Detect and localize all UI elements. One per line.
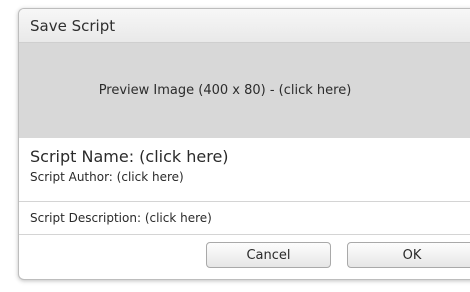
script-description-label: Script Description: (click here) [30, 211, 212, 225]
script-description-field[interactable]: Script Description: (click here) [19, 202, 470, 235]
script-meta-section: Script Name: (click here) Script Author:… [19, 138, 470, 202]
preview-image-area[interactable]: Preview Image (400 x 80) - (click here) [19, 43, 470, 138]
script-author-field[interactable]: Script Author: (click here) [30, 170, 470, 184]
cancel-button[interactable]: Cancel [206, 242, 331, 268]
dialog-titlebar: Save Script [19, 9, 470, 43]
preview-image-label: Preview Image (400 x 80) - (click here) [98, 83, 352, 98]
script-name-field[interactable]: Script Name: (click here) [30, 147, 470, 166]
ok-button[interactable]: OK [347, 242, 470, 268]
dialog-title: Save Script [30, 16, 116, 35]
save-script-dialog: Save Script Preview Image (400 x 80) - (… [18, 8, 470, 280]
dialog-button-row: Cancel OK [19, 235, 470, 275]
